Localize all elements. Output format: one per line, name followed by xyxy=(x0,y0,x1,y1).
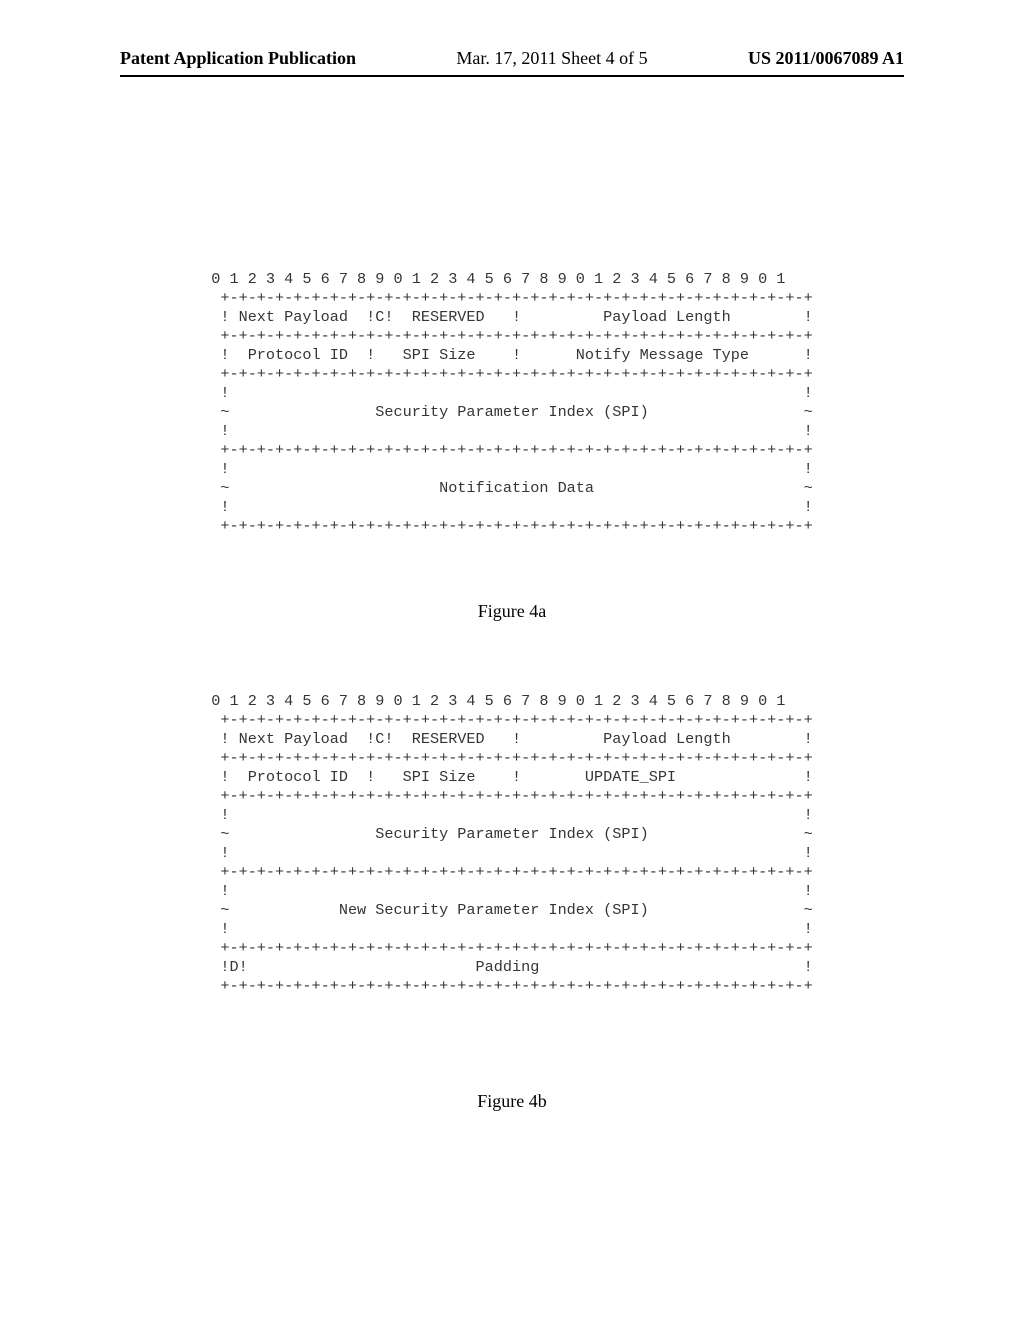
header-row-payload: ! Next Payload !C! RESERVED ! Payload Le… xyxy=(211,730,813,748)
header-date-sheet: Mar. 17, 2011 Sheet 4 of 5 xyxy=(456,48,647,69)
spi-field-row: ~ Security Parameter Index (SPI) ~ xyxy=(211,825,813,843)
separator-row: +-+-+-+-+-+-+-+-+-+-+-+-+-+-+-+-+-+-+-+-… xyxy=(211,863,813,881)
notification-data-row: ~ Notification Data ~ xyxy=(211,479,813,497)
new-spi-field-row: ! ! xyxy=(211,920,813,938)
figure-4b-diagram: 0 1 2 3 4 5 6 7 8 9 0 1 2 3 4 5 6 7 8 9 … xyxy=(211,692,813,996)
bit-ruler: 0 1 2 3 4 5 6 7 8 9 0 1 2 3 4 5 6 7 8 9 … xyxy=(211,270,785,288)
padding-row: !D! Padding ! xyxy=(211,958,813,976)
separator-row: +-+-+-+-+-+-+-+-+-+-+-+-+-+-+-+-+-+-+-+-… xyxy=(211,327,813,345)
spi-field-row: ! ! xyxy=(211,806,813,824)
separator-row: +-+-+-+-+-+-+-+-+-+-+-+-+-+-+-+-+-+-+-+-… xyxy=(211,787,813,805)
separator-row: +-+-+-+-+-+-+-+-+-+-+-+-+-+-+-+-+-+-+-+-… xyxy=(211,441,813,459)
separator-row: +-+-+-+-+-+-+-+-+-+-+-+-+-+-+-+-+-+-+-+-… xyxy=(211,365,813,383)
figure-4a-caption: Figure 4a xyxy=(478,601,546,622)
header-row-payload: ! Next Payload !C! RESERVED ! Payload Le… xyxy=(211,308,813,326)
page-header: Patent Application Publication Mar. 17, … xyxy=(0,48,1024,69)
spi-field-row: ! ! xyxy=(211,384,813,402)
bit-ruler: 0 1 2 3 4 5 6 7 8 9 0 1 2 3 4 5 6 7 8 9 … xyxy=(211,692,785,710)
header-publication-type: Patent Application Publication xyxy=(120,48,356,69)
separator-row: +-+-+-+-+-+-+-+-+-+-+-+-+-+-+-+-+-+-+-+-… xyxy=(211,749,813,767)
spi-field-row: ! ! xyxy=(211,844,813,862)
notification-data-row: ! ! xyxy=(211,460,813,478)
header-divider-line xyxy=(120,75,904,77)
separator-row: +-+-+-+-+-+-+-+-+-+-+-+-+-+-+-+-+-+-+-+-… xyxy=(211,939,813,957)
notification-data-row: ! ! xyxy=(211,498,813,516)
separator-row: +-+-+-+-+-+-+-+-+-+-+-+-+-+-+-+-+-+-+-+-… xyxy=(211,977,813,995)
new-spi-field-row: ! ! xyxy=(211,882,813,900)
separator-row: +-+-+-+-+-+-+-+-+-+-+-+-+-+-+-+-+-+-+-+-… xyxy=(211,517,813,535)
page-content: 0 1 2 3 4 5 6 7 8 9 0 1 2 3 4 5 6 7 8 9 … xyxy=(0,270,1024,1112)
figure-4a-diagram: 0 1 2 3 4 5 6 7 8 9 0 1 2 3 4 5 6 7 8 9 … xyxy=(211,270,813,536)
spi-field-row: ~ Security Parameter Index (SPI) ~ xyxy=(211,403,813,421)
header-publication-number: US 2011/0067089 A1 xyxy=(748,48,904,69)
header-row-protocol: ! Protocol ID ! SPI Size ! UPDATE_SPI ! xyxy=(211,768,813,786)
separator-row: +-+-+-+-+-+-+-+-+-+-+-+-+-+-+-+-+-+-+-+-… xyxy=(211,711,813,729)
separator-row: +-+-+-+-+-+-+-+-+-+-+-+-+-+-+-+-+-+-+-+-… xyxy=(211,289,813,307)
figure-4b-caption: Figure 4b xyxy=(477,1091,547,1112)
spi-field-row: ! ! xyxy=(211,422,813,440)
header-row-protocol: ! Protocol ID ! SPI Size ! Notify Messag… xyxy=(211,346,813,364)
new-spi-field-row: ~ New Security Parameter Index (SPI) ~ xyxy=(211,901,813,919)
